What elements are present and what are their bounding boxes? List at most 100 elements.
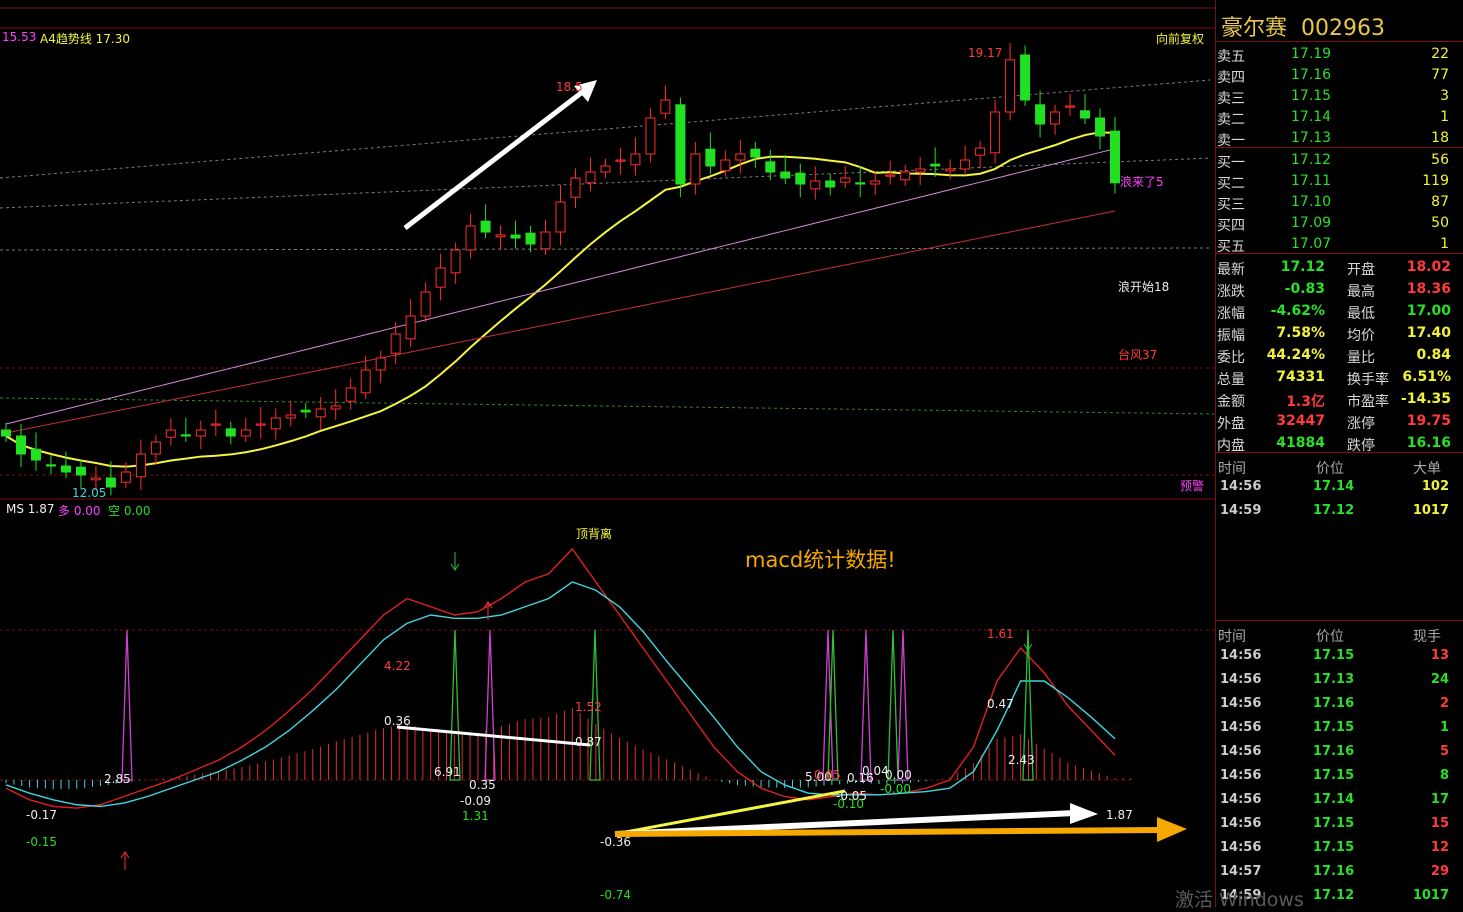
quote-value: -14.35 <box>1400 391 1451 407</box>
candle-body <box>435 267 446 288</box>
candle-body <box>915 168 926 173</box>
col-volume: 现手 <box>1413 629 1441 645</box>
quote-value: -4.62% <box>1270 303 1325 319</box>
tick-row[interactable]: 14:56 17.16 2 <box>1215 693 1463 717</box>
tick-row[interactable]: 14:56 17.14 17 <box>1215 789 1463 813</box>
macd-arrow-orange <box>614 827 1161 837</box>
quote-key: 委比 <box>1217 350 1245 366</box>
macd-label-divergence: 顶背离 <box>576 527 613 541</box>
candle-body <box>585 171 596 184</box>
tick-price: 17.16 <box>1313 744 1355 759</box>
big-trade-row[interactable]: 14:56 17.14 102 <box>1215 476 1463 500</box>
macd-label-2.85: 2.85 <box>104 772 131 786</box>
quote-value: 18.36 <box>1406 281 1451 297</box>
order-buy-row: 买四 17.09 50 <box>1215 213 1463 235</box>
quote-value: 17.00 <box>1406 303 1451 319</box>
low-price-label: 12.05 <box>72 486 107 500</box>
tick-time: 14:56 <box>1220 816 1262 831</box>
quote-value: 18.02 <box>1406 259 1451 275</box>
trade-price: 17.14 <box>1313 479 1355 494</box>
tick-volume: 2 <box>1439 696 1449 711</box>
macd-legend-long: 多 0.00 <box>58 504 101 518</box>
tick-row[interactable]: 14:56 17.13 24 <box>1215 669 1463 693</box>
tick-row[interactable]: 14:56 17.15 8 <box>1215 765 1463 789</box>
candle-body <box>330 405 341 410</box>
candle-body <box>210 423 221 426</box>
divider <box>1215 41 1463 42</box>
macd-label-neg0.10: -0.10 <box>833 797 865 811</box>
order-price: 17.12 <box>1291 152 1332 168</box>
order-label: 卖二 <box>1217 112 1245 128</box>
candle-body <box>855 182 866 185</box>
order-volume: 22 <box>1431 46 1449 62</box>
kline-macd-chart[interactable] <box>0 0 1215 907</box>
quote-key: 最低 <box>1347 306 1375 322</box>
candle-body <box>495 234 506 238</box>
quote-key: 量比 <box>1347 350 1375 366</box>
candle-body <box>150 441 161 455</box>
candle-body <box>870 180 881 185</box>
signal-arrow-up <box>120 851 130 870</box>
tick-row[interactable]: 14:56 17.15 15 <box>1215 813 1463 837</box>
quote-value: 17.12 <box>1280 259 1325 275</box>
candle-body <box>810 180 821 190</box>
candle-body <box>1020 54 1031 101</box>
order-price: 17.13 <box>1291 130 1332 146</box>
annotation-wave5: 浪来了5 <box>1120 175 1164 189</box>
tick-row[interactable]: 14:57 17.16 29 <box>1215 861 1463 885</box>
tick-volume: 13 <box>1430 648 1449 663</box>
quote-key: 最高 <box>1347 284 1375 300</box>
trade-volume: 1017 <box>1412 503 1449 518</box>
quote-value: 41884 <box>1276 435 1325 451</box>
signal-arrow-down <box>450 552 460 571</box>
macd-signal-spike <box>822 629 834 781</box>
candle-body <box>780 171 791 179</box>
macd-label-1.61: 1.61 <box>987 627 1014 641</box>
tick-time: 14:56 <box>1220 768 1262 783</box>
ticks-header: 时间 价位 现手 <box>1215 624 1463 645</box>
candle-body <box>540 231 551 250</box>
high-price-label: 19.17 <box>968 46 1003 60</box>
quote-key: 总量 <box>1217 372 1245 388</box>
candle-body <box>975 147 986 156</box>
trade-time: 14:59 <box>1220 503 1262 518</box>
tick-row[interactable]: 14:56 17.15 12 <box>1215 837 1463 861</box>
candle-body <box>255 423 266 426</box>
candle-body <box>900 171 911 181</box>
adjust-mode-button[interactable]: 向前复权 <box>1156 30 1204 47</box>
candle-body <box>285 414 296 419</box>
tick-row[interactable]: 14:56 17.15 13 <box>1215 645 1463 669</box>
tick-row[interactable]: 14:56 17.16 5 <box>1215 741 1463 765</box>
col-volume: 大单 <box>1413 461 1441 477</box>
macd-label-0.87: 0.87 <box>575 735 602 749</box>
candle-body <box>315 408 326 418</box>
candle-body <box>675 104 686 185</box>
quote-row: 外盘 32447 涨停 19.75 <box>1215 411 1463 433</box>
candle-body <box>1095 117 1106 137</box>
tick-volume: 1 <box>1439 720 1449 735</box>
quote-row: 振幅 7.58% 均价 17.40 <box>1215 323 1463 345</box>
macd-label-neg0.74: -0.74 <box>600 888 632 902</box>
order-volume: 1 <box>1440 236 1449 252</box>
big-trade-row[interactable]: 14:59 17.12 1017 <box>1215 500 1463 524</box>
quote-key: 开盘 <box>1347 262 1375 278</box>
tick-time: 14:56 <box>1220 792 1262 807</box>
divider <box>1215 452 1463 453</box>
stock-title: 豪尔赛 002963 <box>1221 10 1399 42</box>
candle-body <box>510 234 521 239</box>
candle-body <box>375 357 386 371</box>
order-volume: 56 <box>1431 152 1449 168</box>
tick-volume: 24 <box>1430 672 1449 687</box>
macd-label-0.05: 0.05 <box>814 768 841 782</box>
trend-channel-line <box>0 247 1211 251</box>
order-label: 卖三 <box>1217 91 1245 107</box>
tick-volume: 29 <box>1430 864 1449 879</box>
tick-time: 14:56 <box>1220 840 1262 855</box>
macd-label-neg0.00: -0.00 <box>880 782 912 796</box>
col-time: 时间 <box>1218 629 1246 645</box>
quote-key: 涨幅 <box>1217 306 1245 322</box>
macd-title: MS 1.87 <box>6 502 55 516</box>
order-price: 17.07 <box>1291 236 1332 252</box>
tick-volume: 12 <box>1430 840 1449 855</box>
tick-row[interactable]: 14:56 17.15 1 <box>1215 717 1463 741</box>
